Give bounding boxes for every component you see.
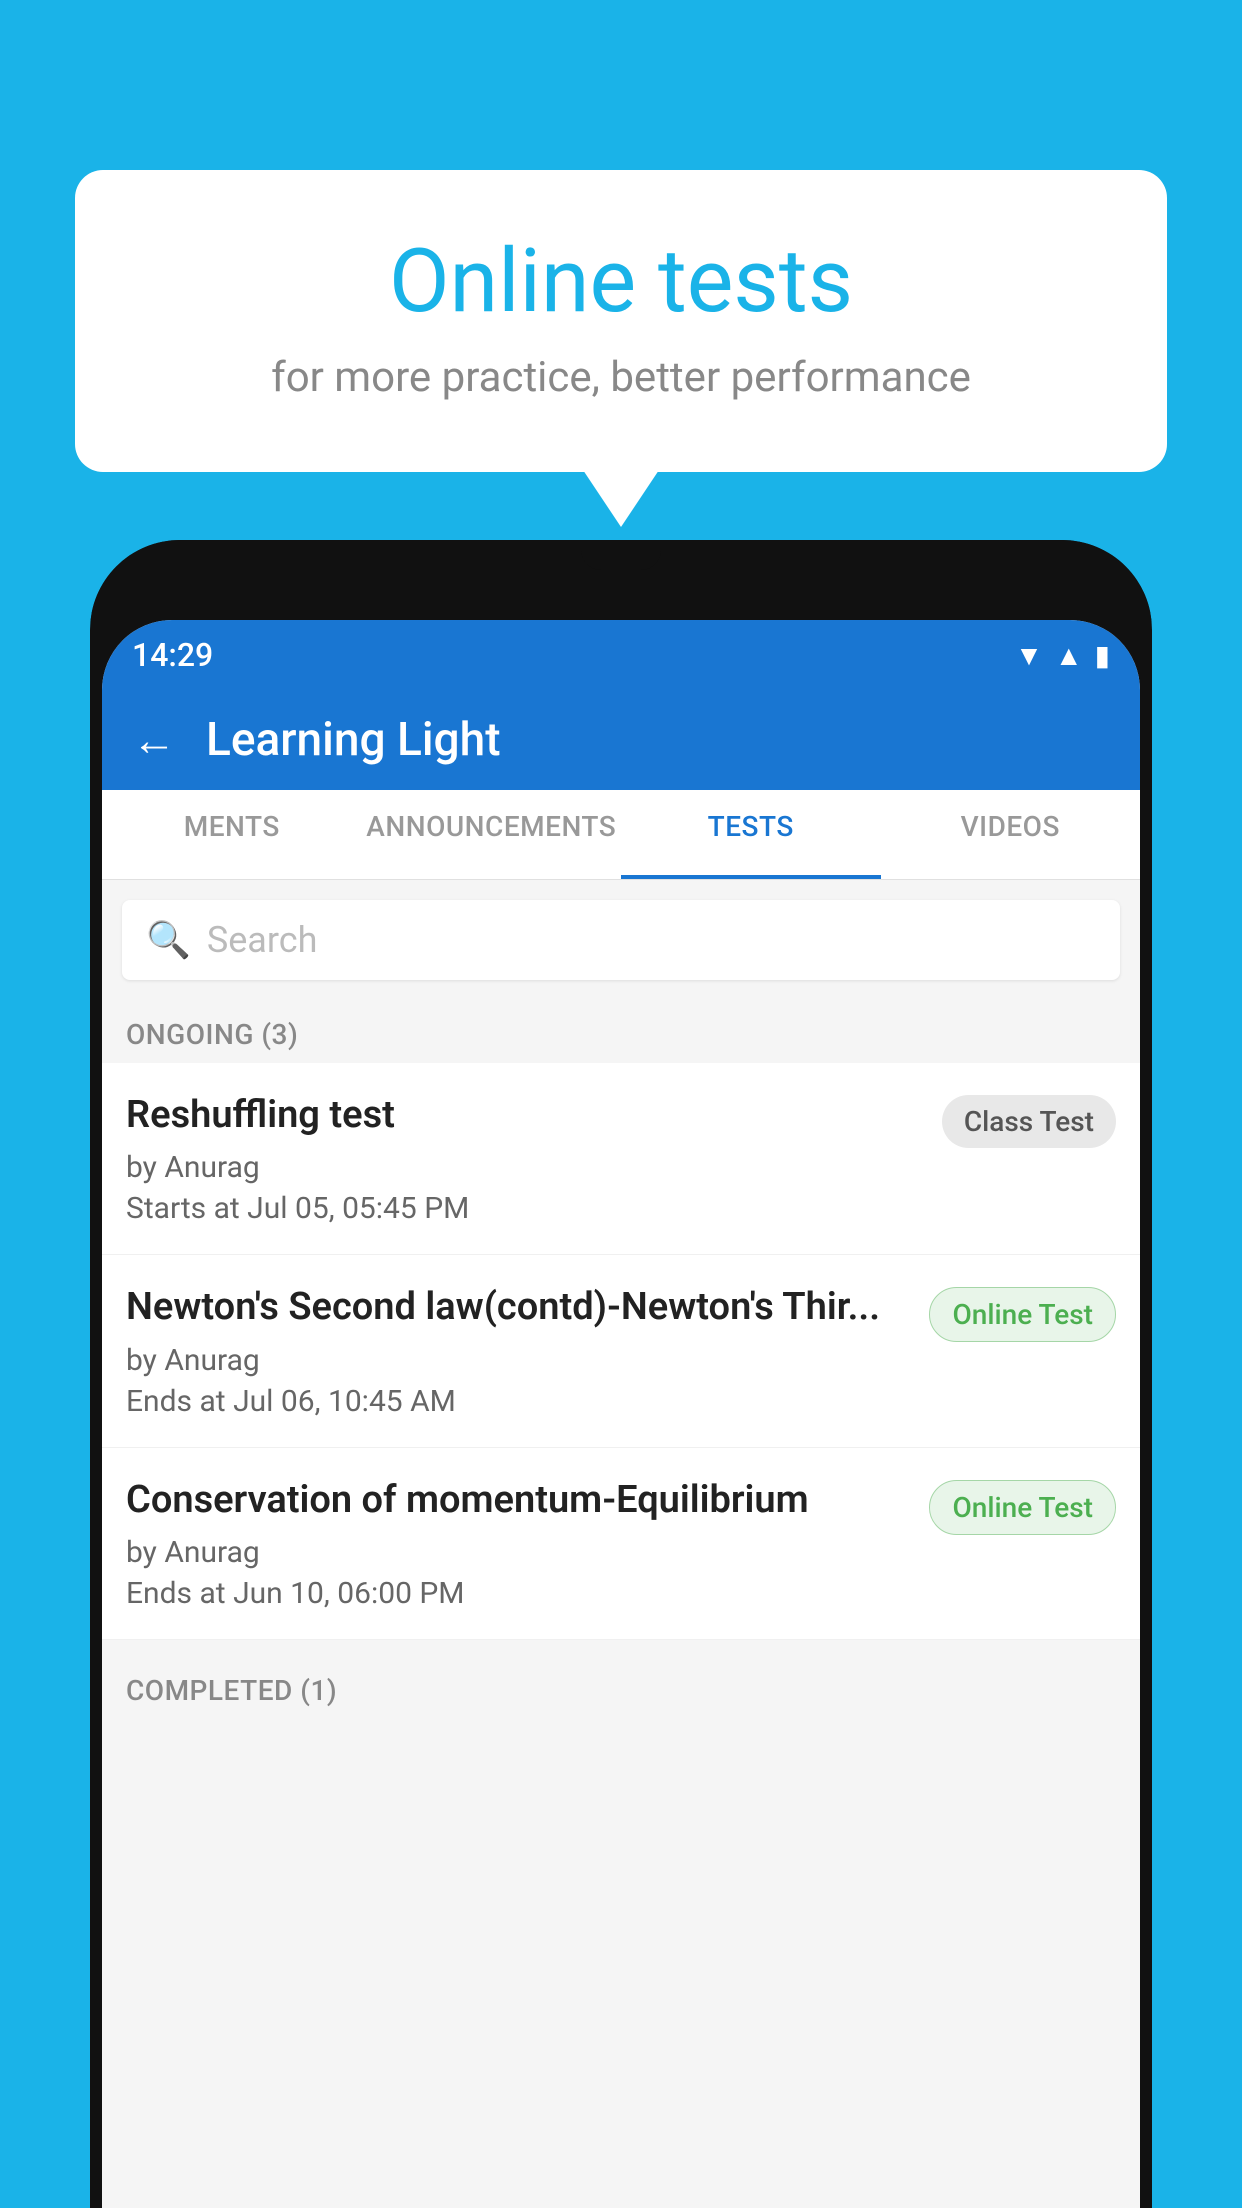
back-button[interactable]: ←	[132, 714, 176, 766]
test-time: Ends at Jun 10, 06:00 PM	[126, 1576, 913, 1611]
test-name: Conservation of momentum-Equilibrium	[126, 1476, 913, 1525]
test-name: Reshuffling test	[126, 1091, 926, 1140]
tab-tests[interactable]: TESTS	[621, 790, 881, 879]
badge-online-test: Online Test	[929, 1287, 1116, 1342]
wifi-icon: ▼	[1015, 639, 1043, 672]
status-icons: ▼ ▲ ▮	[1015, 639, 1110, 672]
test-time: Starts at Jul 05, 05:45 PM	[126, 1191, 926, 1226]
test-info: Newton's Second law(contd)-Newton's Thir…	[126, 1283, 913, 1418]
tests-screen: 🔍 Search ONGOING (3) Reshuffling test by…	[102, 880, 1140, 2208]
app-title: Learning Light	[206, 713, 501, 767]
test-list: Reshuffling test by Anurag Starts at Jul…	[102, 1063, 1140, 1640]
test-name: Newton's Second law(contd)-Newton's Thir…	[126, 1283, 913, 1332]
phone-notch-area	[90, 540, 1152, 620]
tab-ments[interactable]: MENTS	[102, 790, 362, 879]
battery-icon: ▮	[1095, 639, 1110, 672]
app-header: ← Learning Light	[102, 690, 1140, 790]
tab-announcements[interactable]: ANNOUNCEMENTS	[362, 790, 622, 879]
status-time: 14:29	[132, 636, 213, 674]
phone-notch	[581, 540, 661, 570]
badge-class-test: Class Test	[942, 1095, 1116, 1148]
test-time: Ends at Jul 06, 10:45 AM	[126, 1384, 913, 1419]
test-author: by Anurag	[126, 1535, 913, 1570]
phone-frame: 14:29 ▼ ▲ ▮ ← Learning Light MENTS ANNOU…	[90, 540, 1152, 2208]
search-icon: 🔍	[146, 919, 191, 961]
bubble-title: Online tests	[155, 230, 1087, 333]
test-info: Reshuffling test by Anurag Starts at Jul…	[126, 1091, 926, 1226]
test-item[interactable]: Newton's Second law(contd)-Newton's Thir…	[102, 1255, 1140, 1447]
speech-bubble: Online tests for more practice, better p…	[75, 170, 1167, 472]
test-info: Conservation of momentum-Equilibrium by …	[126, 1476, 913, 1611]
completed-section-label: COMPLETED (1)	[102, 1656, 1140, 1719]
bubble-subtitle: for more practice, better performance	[155, 353, 1087, 402]
badge-online-test: Online Test	[929, 1480, 1116, 1535]
test-author: by Anurag	[126, 1343, 913, 1378]
status-bar: 14:29 ▼ ▲ ▮	[102, 620, 1140, 690]
test-item[interactable]: Conservation of momentum-Equilibrium by …	[102, 1448, 1140, 1640]
tab-bar: MENTS ANNOUNCEMENTS TESTS VIDEOS	[102, 790, 1140, 880]
phone-screen: 14:29 ▼ ▲ ▮ ← Learning Light MENTS ANNOU…	[102, 620, 1140, 2208]
search-bar[interactable]: 🔍 Search	[122, 900, 1120, 980]
search-placeholder: Search	[207, 919, 318, 961]
test-item[interactable]: Reshuffling test by Anurag Starts at Jul…	[102, 1063, 1140, 1255]
tab-videos[interactable]: VIDEOS	[881, 790, 1141, 879]
signal-icon: ▲	[1055, 639, 1083, 672]
test-author: by Anurag	[126, 1150, 926, 1185]
ongoing-section-label: ONGOING (3)	[102, 1000, 1140, 1063]
